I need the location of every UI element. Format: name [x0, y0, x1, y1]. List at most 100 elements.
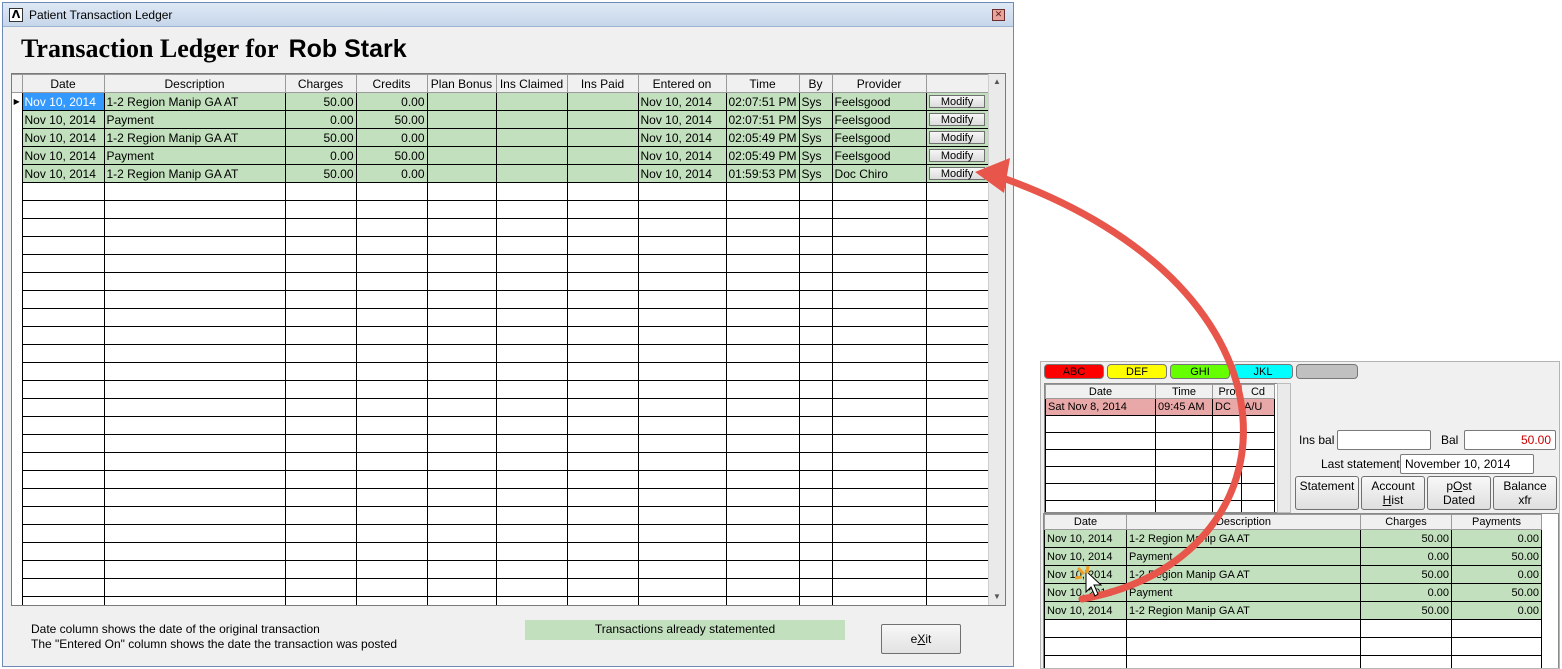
appointment-cell-time[interactable]	[1155, 500, 1213, 512]
appointments-scrollbar[interactable]	[1277, 383, 1291, 513]
ledger-cell-plan-bonus[interactable]	[426, 254, 497, 273]
inset-trans-cell-payments[interactable]: 0.00	[1451, 601, 1542, 620]
ledger-cell-description[interactable]	[103, 488, 286, 507]
ledger-cell-ins-claimed[interactable]	[495, 416, 568, 435]
ledger-cell-by[interactable]	[798, 182, 833, 201]
ledger-cell-by[interactable]	[798, 272, 833, 291]
ledger-row[interactable]	[12, 344, 989, 363]
ledger-row[interactable]: Nov 10, 2014 1-2 Region Manip GA AT 50.00 0…	[12, 164, 989, 183]
appointment-header-3[interactable]: Cd	[1241, 384, 1275, 399]
ledger-cell-ins-paid[interactable]	[566, 596, 639, 605]
ledger-cell-by[interactable]	[798, 578, 833, 597]
appointment-cell-date[interactable]	[1045, 500, 1156, 512]
ledger-cell-charges[interactable]	[284, 308, 357, 327]
inset-trans-cell-description[interactable]: 1-2 Region Manip GA AT	[1126, 565, 1361, 584]
ledger-cell-ins-claimed[interactable]	[495, 452, 568, 471]
ledger-cell-charges[interactable]	[284, 524, 357, 543]
ledger-cell-date[interactable]: Nov 10, 2014	[21, 146, 105, 165]
ledger-cell-credits[interactable]	[355, 596, 428, 605]
ledger-cell-plan-bonus[interactable]	[426, 236, 497, 255]
ledger-cell-by[interactable]	[798, 398, 833, 417]
ledger-cell-credits[interactable]	[355, 272, 428, 291]
ledger-cell-entered-on[interactable]	[637, 272, 727, 291]
ledger-cell-credits[interactable]: 0.00	[355, 92, 428, 111]
appointment-row[interactable]	[1045, 415, 1275, 433]
ledger-cell-time[interactable]	[725, 254, 800, 273]
ledger-cell-ins-paid[interactable]	[566, 236, 639, 255]
ledger-cell-description[interactable]	[103, 524, 286, 543]
ledger-cell-by[interactable]	[798, 344, 833, 363]
ledger-cell-provider[interactable]	[831, 362, 927, 381]
ledger-cell-date[interactable]: Nov 10, 2014	[21, 128, 105, 147]
ledger-cell-time[interactable]	[725, 290, 800, 309]
ledger-cell-time[interactable]	[725, 596, 800, 605]
ledger-row[interactable]	[12, 200, 989, 219]
ledger-cell-entered-on[interactable]	[637, 524, 727, 543]
ledger-cell-entered-on[interactable]	[637, 398, 727, 417]
ledger-cell-time[interactable]	[725, 416, 800, 435]
ledger-cell-description[interactable]	[103, 218, 286, 237]
ledger-cell-ins-claimed[interactable]	[495, 308, 568, 327]
ledger-cell-charges[interactable]	[284, 290, 357, 309]
ledger-cell-plan-bonus[interactable]	[426, 326, 497, 345]
ledger-cell-entered-on[interactable]	[637, 452, 727, 471]
ledger-cell-entered-on[interactable]	[637, 236, 727, 255]
ledger-cell-ins-paid[interactable]	[566, 200, 639, 219]
ledger-cell-entered-on[interactable]	[637, 218, 727, 237]
ledger-row[interactable]	[12, 398, 989, 417]
ledger-cell-plan-bonus[interactable]	[426, 164, 497, 183]
ledger-header-8[interactable]: Time	[725, 74, 800, 93]
ledger-cell-description[interactable]	[103, 434, 286, 453]
ledger-cell-entered-on[interactable]	[637, 578, 727, 597]
appointment-cell-time[interactable]: 09:45 AM	[1155, 398, 1213, 416]
ledger-cell-provider[interactable]	[831, 236, 927, 255]
ledger-cell-ins-paid[interactable]	[566, 146, 639, 165]
ledger-row[interactable]	[12, 596, 989, 605]
ledger-cell-ins-paid[interactable]	[566, 92, 639, 111]
ledger-cell-by[interactable]: Sys	[798, 164, 833, 183]
inset-trans-header-3[interactable]: Payments	[1451, 514, 1542, 530]
ledger-cell-ins-claimed[interactable]	[495, 542, 568, 561]
ledger-cell-credits[interactable]	[355, 362, 428, 381]
inset-trans-cell-charges[interactable]: 50.00	[1360, 529, 1452, 548]
ledger-cell-by[interactable]	[798, 560, 833, 579]
ledger-row[interactable]	[12, 452, 989, 471]
appointment-cell-time[interactable]	[1155, 432, 1213, 450]
appointment-cell-cd[interactable]	[1241, 432, 1275, 450]
ledger-cell-provider[interactable]	[831, 218, 927, 237]
inset-trans-cell-date[interactable]: Nov 10, 2014	[1044, 565, 1127, 584]
ledger-cell-plan-bonus[interactable]	[426, 308, 497, 327]
appointment-cell-time[interactable]	[1155, 415, 1213, 433]
ledger-cell-by[interactable]	[798, 524, 833, 543]
ledger-cell-time[interactable]	[725, 398, 800, 417]
ledger-row[interactable]	[12, 434, 989, 453]
ledger-cell-description[interactable]	[103, 344, 286, 363]
ledger-cell-by[interactable]	[798, 236, 833, 255]
inset-trans-cell-description[interactable]	[1126, 637, 1361, 656]
inset-trans-row[interactable]: Nov 10, 2014 1-2 Region Manip GA AT 50.00 0…	[1044, 601, 1542, 620]
modify-button[interactable]: Modify	[929, 167, 986, 180]
inset-trans-header-0[interactable]: Date	[1044, 514, 1127, 530]
appointment-row[interactable]	[1045, 500, 1275, 512]
ledger-cell-credits[interactable]	[355, 524, 428, 543]
appointment-cell-pro[interactable]	[1212, 466, 1242, 484]
ledger-cell-provider[interactable]	[831, 200, 927, 219]
ledger-cell-date[interactable]: Nov 10, 2014	[21, 164, 105, 183]
ledger-cell-charges[interactable]	[284, 578, 357, 597]
ledger-cell-charges[interactable]	[284, 200, 357, 219]
appointment-cell-date[interactable]	[1045, 415, 1156, 433]
ledger-cell-charges[interactable]	[284, 398, 357, 417]
ledger-cell-credits[interactable]	[355, 380, 428, 399]
ledger-cell-provider[interactable]	[831, 272, 927, 291]
ledger-cell-date[interactable]	[21, 272, 105, 291]
ledger-cell-ins-paid[interactable]	[566, 398, 639, 417]
ledger-cell-time[interactable]	[725, 218, 800, 237]
ledger-cell-plan-bonus[interactable]	[426, 524, 497, 543]
inset-trans-cell-description[interactable]	[1126, 655, 1361, 668]
bal-field[interactable]: 50.00	[1464, 430, 1556, 450]
modify-button[interactable]: Modify	[929, 149, 986, 162]
ledger-row[interactable]	[12, 308, 989, 327]
appointment-cell-date[interactable]	[1045, 432, 1156, 450]
ledger-cell-charges[interactable]	[284, 326, 357, 345]
ledger-cell-plan-bonus[interactable]	[426, 560, 497, 579]
